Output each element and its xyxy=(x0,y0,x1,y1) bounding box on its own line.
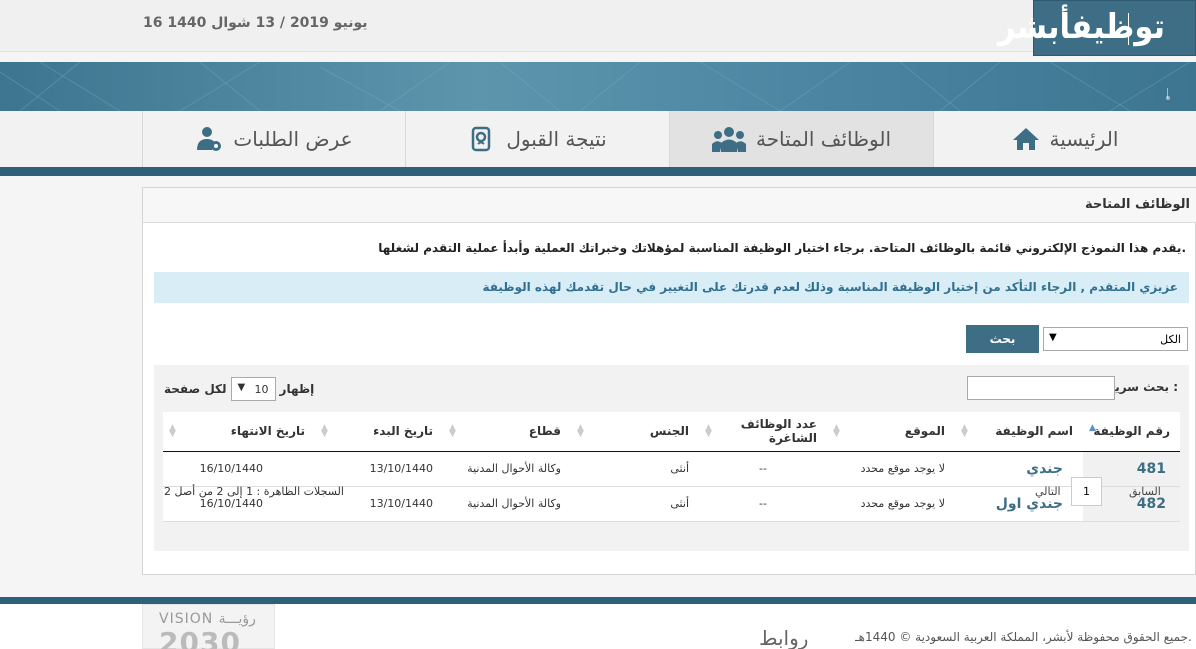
col-end-date[interactable]: تاريخ الانتهاء ▲ ▼ xyxy=(163,412,315,452)
col-job-name[interactable]: اسم الوظيفة ▲ ▼ xyxy=(955,412,1083,452)
page-size-select[interactable]: 10 ▼ xyxy=(230,377,276,401)
nav-view-requests-label: عرض الطلبات xyxy=(233,127,353,151)
nav-acceptance-result[interactable]: نتيجة القبول xyxy=(405,111,669,167)
quick-search-input[interactable] xyxy=(967,376,1115,400)
filter-select-value: الكل xyxy=(1160,333,1181,346)
group-icon xyxy=(711,127,746,152)
col-vacancies[interactable]: عدد الوظائف الشاغرة ▲ ▼ xyxy=(699,412,827,452)
home-icon xyxy=(1012,128,1039,150)
sort-asc-icon: ▲ xyxy=(1089,423,1096,433)
nav-view-requests[interactable]: عرض الطلبات xyxy=(142,111,405,167)
nav-underline xyxy=(0,167,1196,176)
sort-icon: ▲ ▼ xyxy=(169,423,176,439)
alert-text: عزيزي المتقدم , الرجاء التأكد من إختيار … xyxy=(482,280,1178,294)
footer-line xyxy=(0,597,1196,604)
quick-search-label: بحث سريع : xyxy=(1107,380,1178,394)
logo-word-tawzeef: توظيف xyxy=(1071,7,1166,47)
absher-logo[interactable]: توظيفأبشر xyxy=(998,0,1196,56)
vision-2030-logo: VISION رؤيـــة 2030 xyxy=(142,604,275,649)
col-sector[interactable]: قطاع ▲ ▼ xyxy=(443,412,571,452)
result-icon xyxy=(472,126,491,152)
col-label: قطاع xyxy=(528,424,561,439)
col-label: الجنس xyxy=(649,424,689,439)
page-size-control: إظهار 10 ▼ لكل صفحة xyxy=(164,377,314,401)
nav-home-label: الرئيسية xyxy=(1049,127,1119,151)
main-nav: الرئيسية الوظائف المتاحة نتيجة القبول عر… xyxy=(0,111,1196,167)
next-button[interactable]: التالي xyxy=(1035,485,1061,498)
col-gender[interactable]: الجنس ▲ ▼ xyxy=(571,412,699,452)
vision-text: VISION رؤيـــة xyxy=(159,611,256,627)
filter-select[interactable]: الكل ▼ xyxy=(1043,327,1188,351)
links-heading: روابط xyxy=(759,626,809,649)
col-label: رقم الوظيفة xyxy=(1093,424,1170,439)
records-info: السجلات الظاهرة : 1 إلى 2 من أصل 2 xyxy=(164,485,344,498)
col-location[interactable]: الموقع ▲ ▼ xyxy=(827,412,955,452)
col-start-date[interactable]: تاريخ البدء ▲ ▼ xyxy=(315,412,443,452)
header-date: 16 يونيو 2019 / 13 شوال 1440 xyxy=(143,15,368,31)
col-label: الموقع xyxy=(904,424,945,439)
sort-icon: ▲ ▼ xyxy=(449,423,456,439)
sort-icon: ▲ ▼ xyxy=(833,423,840,439)
sort-icon: ▲ ▼ xyxy=(961,423,968,439)
chevron-down-icon: ▼ xyxy=(237,382,246,393)
table-header-row: رقم الوظيفة ▲ اسم الوظيفة ▲ ▼ الموقع ▲ ▼ عدد … xyxy=(163,412,1180,452)
panel-title: الوظائف المتاحة xyxy=(1085,197,1190,212)
pagination: السجلات الظاهرة : 1 إلى 2 من أصل 2 الساب… xyxy=(154,477,1189,507)
sort-icon: ▲ ▼ xyxy=(321,423,328,439)
logo-word-absher: أبشر xyxy=(997,7,1072,47)
col-job-number[interactable]: رقم الوظيفة ▲ xyxy=(1083,412,1180,452)
col-label: تاريخ البدء xyxy=(373,424,433,439)
footer: VISION رؤيـــة 2030 روابط جميع الحقوق مح… xyxy=(0,604,1196,649)
nav-available-jobs[interactable]: الوظائف المتاحة xyxy=(669,111,933,167)
col-label: اسم الوظيفة xyxy=(995,424,1073,439)
sort-icon: ▲ ▼ xyxy=(705,423,712,439)
logo-text: توظيفأبشر xyxy=(986,7,1166,47)
per-page-label: لكل صفحة xyxy=(164,382,227,396)
nav-acceptance-result-label: نتيجة القبول xyxy=(506,127,607,151)
col-label: عدد الوظائف الشاغرة xyxy=(740,417,817,446)
header-banner xyxy=(0,62,1196,111)
top-bar: 16 يونيو 2019 / 13 شوال 1440 توظيفأبشر xyxy=(0,0,1196,56)
sort-icon: ▲ ▼ xyxy=(577,423,584,439)
intro-text: يقدم هذا النموذج الإلكتروني قائمة بالوظا… xyxy=(378,241,1186,255)
jobs-grid: بحث سريع : إظهار 10 ▼ لكل صفحة رقم الوظي… xyxy=(154,365,1189,551)
search-button[interactable]: بحث xyxy=(966,325,1039,353)
page-size-value: 10 xyxy=(254,383,269,396)
vision-year: 2030 xyxy=(159,626,241,649)
banner-pattern xyxy=(0,62,1191,111)
show-label: إظهار xyxy=(279,382,315,396)
user-settings-icon xyxy=(197,127,222,151)
prev-button[interactable]: السابق xyxy=(1129,485,1161,498)
panel-header: الوظائف المتاحة xyxy=(143,188,1196,223)
nav-available-jobs-label: الوظائف المتاحة xyxy=(755,127,892,151)
copyright-text: جميع الحقوق محفوظة لأبشر، المملكة العربي… xyxy=(855,630,1196,644)
nav-home[interactable]: الرئيسية xyxy=(933,111,1196,167)
page-1-button[interactable]: 1 xyxy=(1071,477,1102,506)
available-jobs-panel: الوظائف المتاحة يقدم هذا النموذج الإلكتر… xyxy=(142,187,1196,575)
chevron-down-icon: ▼ xyxy=(1049,332,1057,343)
col-label: تاريخ الانتهاء xyxy=(230,424,305,439)
info-alert: عزيزي المتقدم , الرجاء التأكد من إختيار … xyxy=(154,272,1189,303)
